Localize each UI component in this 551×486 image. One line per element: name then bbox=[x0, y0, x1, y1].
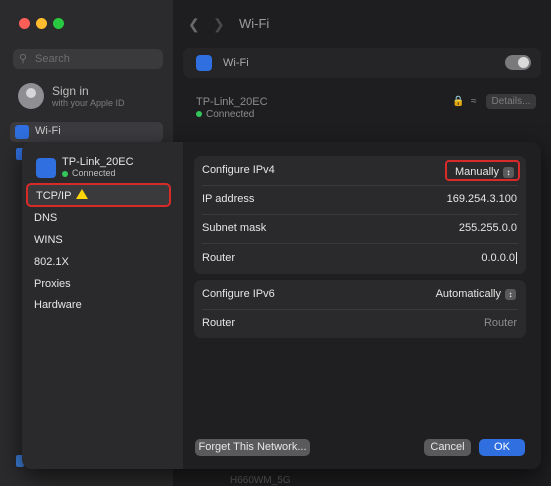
wifi-signal-icon: ≈ bbox=[471, 96, 477, 107]
minimize-window-button[interactable] bbox=[36, 18, 47, 29]
chevron-updown-icon: ↕ bbox=[503, 166, 514, 178]
warning-icon bbox=[76, 189, 88, 199]
lock-icon: 🔒 bbox=[452, 96, 465, 107]
network-name: H660WM_5G bbox=[230, 475, 291, 486]
network-status: Connected bbox=[196, 109, 254, 120]
router-ipv4-row: Router 0.0.0.0 bbox=[194, 244, 526, 273]
dialog-network-name: TP-Link_20EC bbox=[62, 156, 134, 168]
network-name: TP-Link_20EC bbox=[196, 96, 268, 108]
router-ipv4-field[interactable]: 0.0.0.0 bbox=[481, 252, 517, 265]
configure-ipv4-row: Configure IPv4 Manually ↕ bbox=[194, 156, 526, 185]
ok-button[interactable]: OK bbox=[479, 439, 525, 456]
text-cursor bbox=[516, 252, 517, 265]
wifi-toggle-card: Wi-Fi bbox=[183, 48, 541, 78]
subnet-mask-row: Subnet mask 255.255.0.0 bbox=[194, 214, 526, 243]
router-ipv4-value: 0.0.0.0 bbox=[481, 252, 515, 264]
back-arrow-icon[interactable]: ❮ bbox=[188, 16, 200, 33]
configure-ipv6-label: Configure IPv6 bbox=[202, 288, 275, 300]
router-ipv6-label: Router bbox=[202, 317, 236, 329]
subnet-mask-label: Subnet mask bbox=[202, 222, 267, 234]
wifi-icon bbox=[196, 55, 212, 71]
router-ipv6-field[interactable]: Router bbox=[484, 317, 517, 329]
configure-ipv6-popup[interactable]: Automatically ↕ bbox=[428, 284, 520, 305]
sidebar-item-wifi[interactable]: Wi-Fi bbox=[10, 122, 163, 142]
zoom-window-button[interactable] bbox=[53, 18, 64, 29]
wifi-icon bbox=[36, 158, 56, 178]
cancel-button[interactable]: Cancel bbox=[424, 439, 471, 456]
chevron-updown-icon: ↕ bbox=[505, 288, 516, 300]
configure-ipv4-value: Manually bbox=[454, 166, 499, 178]
search-placeholder: Search bbox=[35, 53, 70, 65]
sidebar-item-tcpip[interactable]: TCP/IP bbox=[26, 183, 171, 207]
router-ipv6-row: Router Router bbox=[194, 309, 526, 338]
sidebar-item-dns[interactable]: DNS bbox=[34, 212, 57, 224]
sidebar-item-proxies[interactable]: Proxies bbox=[34, 278, 71, 290]
sidebar-item-8021x[interactable]: 802.1X bbox=[34, 256, 69, 268]
ip-address-row: IP address 169.254.3.100 bbox=[194, 185, 526, 214]
dialog-network-status: Connected bbox=[62, 168, 116, 178]
sidebar-item-wins[interactable]: WINS bbox=[34, 234, 63, 246]
ipv4-settings-group: Configure IPv4 Manually ↕ IP address 169.… bbox=[194, 156, 526, 274]
connected-dot-icon bbox=[62, 170, 68, 177]
window-title: Wi-Fi bbox=[239, 16, 270, 31]
sidebar-item-label: TCP/IP bbox=[36, 190, 72, 202]
wifi-label: Wi-Fi bbox=[223, 57, 249, 69]
wifi-icon bbox=[15, 125, 29, 139]
avatar[interactable] bbox=[18, 83, 44, 109]
wifi-toggle[interactable] bbox=[505, 55, 531, 70]
close-window-button[interactable] bbox=[19, 18, 30, 29]
ipv6-settings-group: Configure IPv6 Automatically ↕ Router Rou… bbox=[194, 280, 526, 338]
sidebar-item-hardware[interactable]: Hardware bbox=[34, 299, 82, 311]
configure-ipv4-label: Configure IPv4 bbox=[202, 164, 275, 176]
configure-ipv4-popup[interactable]: Manually ↕ bbox=[444, 160, 520, 181]
ip-address-field[interactable]: 169.254.3.100 bbox=[447, 193, 517, 205]
sign-in-subtitle: with your Apple ID bbox=[52, 98, 125, 108]
connected-dot-icon bbox=[196, 111, 202, 118]
configure-ipv6-row: Configure IPv6 Automatically ↕ bbox=[194, 280, 526, 309]
configure-ipv6-value: Automatically bbox=[435, 288, 501, 300]
network-status-label: Connected bbox=[206, 109, 255, 120]
router-ipv4-label: Router bbox=[202, 252, 236, 264]
details-button[interactable]: Details... bbox=[486, 94, 536, 109]
dialog-network-status-label: Connected bbox=[72, 168, 116, 178]
forward-arrow-icon[interactable]: ❯ bbox=[213, 16, 225, 33]
search-icon: ⚲ bbox=[19, 53, 28, 65]
sign-in-title[interactable]: Sign in bbox=[52, 84, 89, 98]
forget-network-button[interactable]: Forget This Network... bbox=[195, 439, 310, 456]
subnet-mask-field[interactable]: 255.255.0.0 bbox=[459, 222, 517, 234]
sidebar-item-label: Wi-Fi bbox=[35, 125, 61, 137]
search-field[interactable]: ⚲ Search bbox=[13, 49, 163, 69]
network-details-dialog: TP-Link_20EC Connected TCP/IP DNS WINS 8… bbox=[22, 142, 541, 469]
ip-address-label: IP address bbox=[202, 193, 255, 205]
